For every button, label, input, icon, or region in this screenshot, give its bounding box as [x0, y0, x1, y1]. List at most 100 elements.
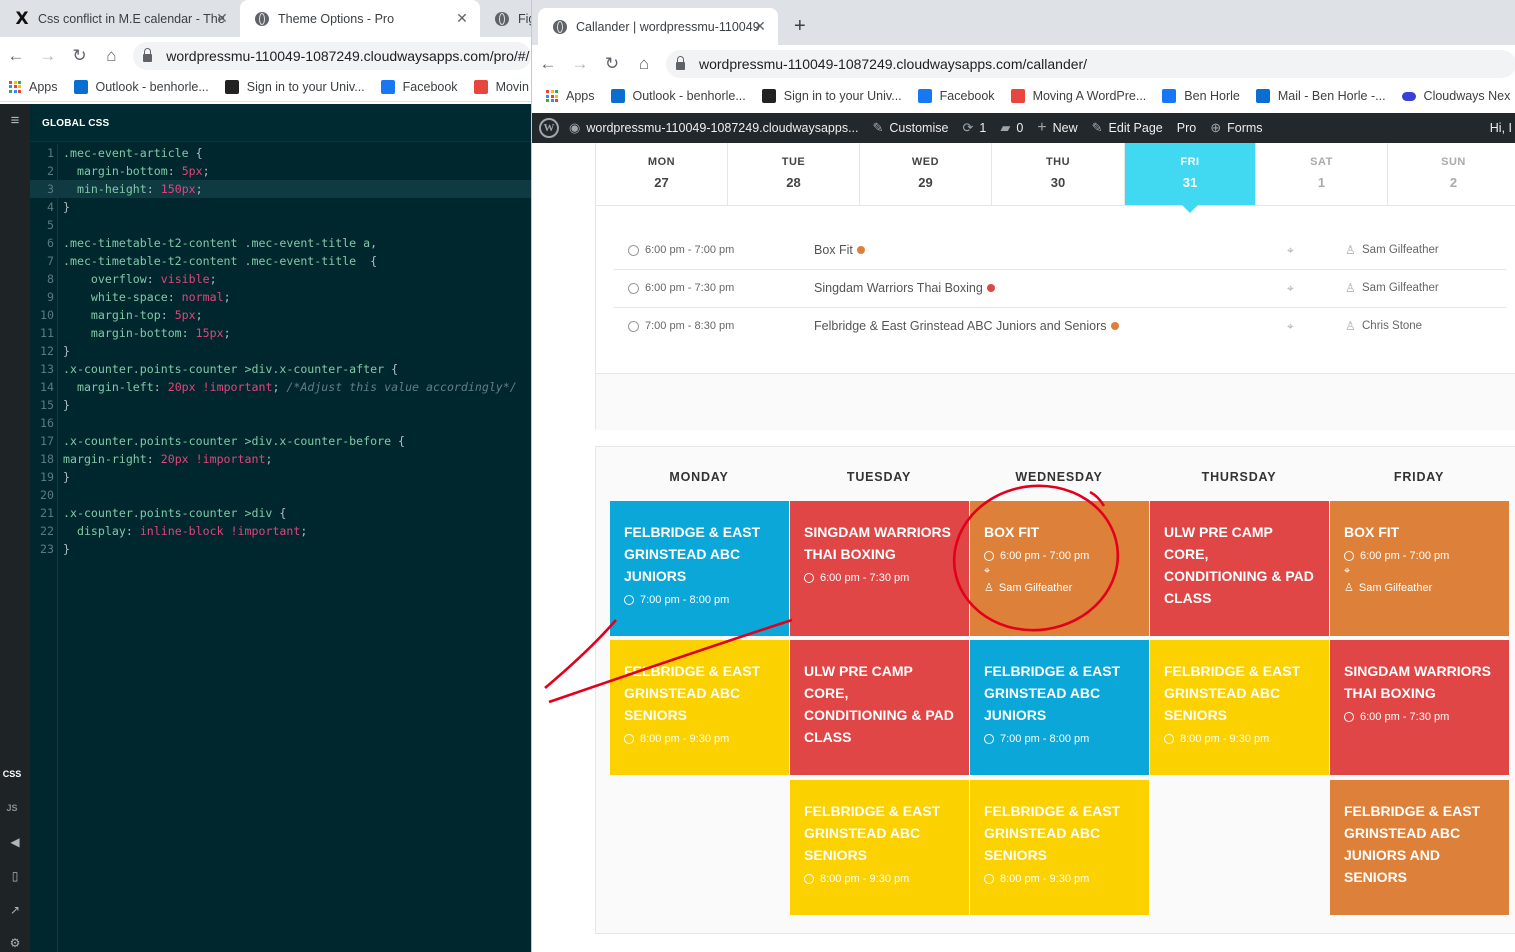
- event-title[interactable]: Felbridge & East Grinstead ABC Juniors a…: [814, 319, 1119, 333]
- wp-comments[interactable]: ▰ 0: [1000, 120, 1023, 136]
- forward-icon[interactable]: →: [564, 54, 596, 74]
- day-cell-sat[interactable]: SAT 1: [1256, 143, 1388, 205]
- bookmark-label: Sign in to your Univ...: [783, 89, 902, 103]
- wp-new[interactable]: + New: [1037, 119, 1077, 137]
- wp-edit-page[interactable]: ✎ Edit Page: [1092, 120, 1163, 136]
- bookmark-cloudways[interactable]: Cloudways Nex: [1401, 89, 1511, 103]
- day-cell-sun[interactable]: SUN 2: [1388, 143, 1515, 205]
- wp-updates[interactable]: ⟳ 1: [962, 120, 986, 136]
- wp-site-link[interactable]: ◉ wordpressmu-110049-1087249.cloudwaysapp…: [569, 120, 859, 136]
- tab-fig[interactable]: Fig: [480, 0, 531, 37]
- timetable-event-card[interactable]: Felbridge & East Grinstead ABC Seniors 8:…: [970, 780, 1149, 915]
- bookmark-facebook[interactable]: Facebook: [917, 89, 995, 103]
- tab-callander[interactable]: Callander | wordpressmu-110049 ✕: [538, 8, 778, 45]
- day-cell-wed[interactable]: WED 29: [860, 143, 992, 205]
- event-row[interactable]: 6:00 pm - 7:00 pm Box Fit ⌖ ♙ Sam Gilfeather: [614, 232, 1506, 270]
- forward-icon[interactable]: →: [32, 46, 64, 66]
- code-text: margin-top: 5px;: [90, 308, 203, 322]
- wp-pro[interactable]: Pro: [1177, 121, 1196, 135]
- event-row[interactable]: 6:00 pm - 7:30 pm Singdam Warriors Thai B…: [614, 270, 1506, 308]
- lock-icon: [143, 47, 153, 62]
- reload-icon[interactable]: ↻: [596, 54, 628, 74]
- close-icon[interactable]: ✕: [214, 10, 230, 27]
- day-date: 27: [654, 175, 669, 190]
- bookmark-ben-horle[interactable]: Ben Horle: [1162, 89, 1240, 103]
- timetable-event-card[interactable]: Box Fit 6:00 pm - 7:00 pm ⌖ ♙ Sam Gilfeather: [970, 501, 1149, 636]
- code-text: .mec-timetable-t2-content .mec-event-tit…: [63, 254, 378, 268]
- address-bar[interactable]: wordpressmu-110049-1087249.cloudwaysapps…: [133, 41, 531, 70]
- line-number: 16: [40, 416, 54, 430]
- event-row[interactable]: 7:00 pm - 8:30 pm Felbridge & East Grinst…: [614, 308, 1506, 346]
- js-tab[interactable]: JS: [0, 803, 24, 813]
- new-tab-button[interactable]: +: [794, 15, 806, 38]
- event-title[interactable]: Box Fit: [814, 243, 865, 257]
- event-title[interactable]: Singdam Warriors Thai Boxing: [814, 281, 995, 295]
- menu-icon[interactable]: ≡: [0, 112, 30, 129]
- timetable-event-card[interactable]: Box Fit 6:00 pm - 7:00 pm ⌖ ♙ Sam Gilfeather: [1330, 501, 1509, 636]
- timetable-event-card[interactable]: Singdam Warriors Thai Boxing 6:00 pm - 7:…: [1330, 640, 1509, 775]
- timetable-event-card[interactable]: Felbridge & East Grinstead ABC Seniors 8:…: [790, 780, 969, 915]
- code-line: 10 margin-top: 5px;: [30, 306, 531, 324]
- bookmark-moving[interactable]: Moving A WordPre...: [1010, 89, 1146, 103]
- bookmark-outlook[interactable]: Outlook - benhorle...: [610, 89, 746, 103]
- timetable-event-card[interactable]: ULW Pre Camp Core, Conditioning & Pad Cl…: [790, 640, 969, 775]
- bookmark-apps[interactable]: Apps: [546, 89, 595, 103]
- back-icon[interactable]: ←: [532, 54, 564, 74]
- code-area[interactable]: 1 .mec-event-article {2 margin-bottom: 5p…: [30, 144, 531, 558]
- card-time: 7:00 pm - 8:00 pm: [984, 733, 1135, 745]
- wp-account[interactable]: Hi, I: [1490, 121, 1515, 135]
- organizer-icon: ♙: [984, 582, 994, 594]
- day-cell-fri[interactable]: FRI 31: [1125, 143, 1256, 213]
- line-number: 15: [40, 398, 54, 412]
- bookmark-university[interactable]: Sign in to your Univ...: [224, 79, 365, 94]
- close-icon[interactable]: ✕: [454, 10, 470, 27]
- clock-icon: [804, 573, 814, 583]
- timetable-event-card[interactable]: Felbridge & East Grinstead ABC Juniors 7:…: [970, 640, 1149, 775]
- wordpress-logo-icon[interactable]: W: [539, 118, 559, 138]
- reload-icon[interactable]: ↻: [64, 46, 96, 66]
- external-link-icon[interactable]: ↗: [0, 903, 30, 917]
- wp-forms[interactable]: ⊕ Forms: [1210, 120, 1262, 136]
- tab-title: Theme Options - Pro: [278, 11, 395, 26]
- wp-greeting: Hi, I: [1489, 121, 1512, 135]
- bookmark-label: Cloudways Nex: [1423, 89, 1511, 103]
- home-icon[interactable]: ⌂: [628, 54, 660, 74]
- event-title-text: Singdam Warriors Thai Boxing: [814, 281, 983, 295]
- day-name: FRI: [1180, 156, 1200, 168]
- tab-theme-options[interactable]: Theme Options - Pro ✕: [240, 0, 480, 37]
- css-tab[interactable]: CSS: [0, 769, 24, 779]
- pencil-icon: ✎: [1091, 120, 1103, 135]
- device-icon[interactable]: ▯: [0, 869, 30, 883]
- code-line: 1 .mec-event-article {: [30, 144, 531, 162]
- back-circle-icon[interactable]: ◀: [0, 835, 30, 849]
- day-cell-mon[interactable]: MON 27: [596, 143, 728, 205]
- line-number: 13: [40, 362, 54, 376]
- back-icon[interactable]: ←: [0, 46, 32, 66]
- address-bar[interactable]: wordpressmu-110049-1087249.cloudwaysapps…: [666, 49, 1515, 78]
- lock-icon: [676, 55, 685, 70]
- timetable-event-card[interactable]: Felbridge & East Grinstead ABC Seniors 8:…: [610, 640, 789, 775]
- timetable-event-card[interactable]: Felbridge & East Grinstead ABC Juniors 7:…: [610, 501, 789, 636]
- code-text: overflow: visible;: [90, 272, 217, 286]
- wp-admin-bar: W ◉ wordpressmu-110049-1087249.cloudwaysa…: [532, 113, 1515, 143]
- timetable-event-card[interactable]: Singdam Warriors Thai Boxing 6:00 pm - 7:…: [790, 501, 969, 636]
- timetable-event-card[interactable]: Felbridge & East Grinstead ABC Seniors 8:…: [1150, 640, 1329, 775]
- crown-icon: [224, 79, 239, 94]
- close-icon[interactable]: ✕: [752, 18, 768, 35]
- bookmark-mail[interactable]: Mail - Ben Horle -...: [1255, 89, 1386, 103]
- line-number: 3: [47, 182, 54, 196]
- bookmark-moving[interactable]: Movin: [473, 79, 529, 94]
- bookmark-apps[interactable]: Apps: [9, 80, 58, 94]
- code-text: .mec-timetable-t2-content .mec-event-tit…: [63, 236, 378, 250]
- home-icon[interactable]: ⌂: [95, 46, 127, 66]
- day-cell-tue[interactable]: TUE 28: [728, 143, 860, 205]
- bookmark-facebook[interactable]: Facebook: [380, 79, 458, 94]
- timetable-event-card[interactable]: ULW Pre Camp Core, Conditioning & Pad Cl…: [1150, 501, 1329, 636]
- wp-customise[interactable]: ✎ Customise: [873, 120, 949, 136]
- bookmark-university[interactable]: Sign in to your Univ...: [761, 89, 902, 103]
- bookmark-outlook[interactable]: Outlook - benhorle...: [73, 79, 209, 94]
- day-cell-thu[interactable]: THU 30: [992, 143, 1125, 205]
- gear-icon[interactable]: ⚙: [0, 936, 30, 950]
- timetable-event-card[interactable]: Felbridge & East Grinstead ABC Juniors a…: [1330, 780, 1509, 915]
- tab-css-conflict[interactable]: X Css conflict in M.E calendar - The ✕: [0, 0, 240, 37]
